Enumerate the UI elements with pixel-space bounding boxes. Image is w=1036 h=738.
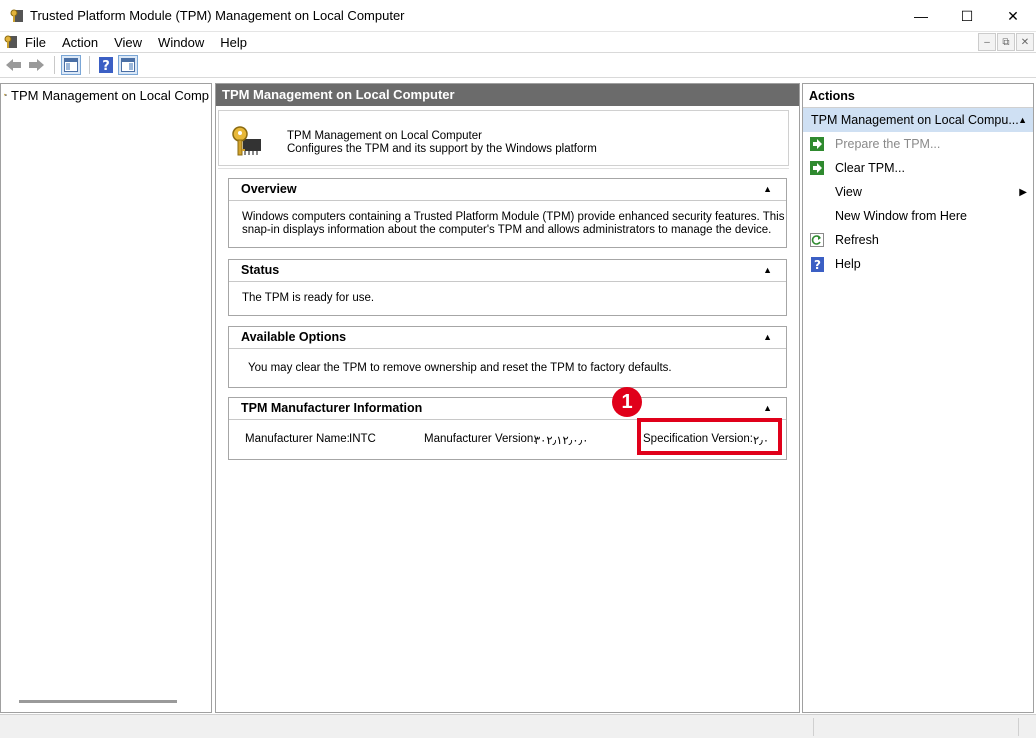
- results-pane-header: TPM Management on Local Computer: [216, 84, 799, 106]
- available-options-header[interactable]: Available Options ▲: [229, 327, 786, 349]
- manufacturer-version-value: ۳۰۲٫۱۲٫۰٫۰: [534, 435, 589, 447]
- console-tree-pane: TPM Management on Local Comp: [0, 83, 212, 713]
- forward-button[interactable]: [26, 55, 46, 75]
- status-section: Status ▲ The TPM is ready for use.: [228, 259, 787, 316]
- help-toolbar-button[interactable]: ?: [96, 55, 116, 75]
- intro-title: TPM Management on Local Computer: [287, 130, 482, 142]
- mdi-close-button[interactable]: ✕: [1016, 33, 1034, 51]
- overview-title: Overview: [241, 182, 297, 196]
- collapse-icon[interactable]: ▲: [763, 398, 772, 419]
- svg-text:?: ?: [102, 59, 110, 73]
- action-clear-tpm[interactable]: Clear TPM...: [803, 156, 1033, 180]
- action-help[interactable]: ? Help: [803, 252, 1033, 276]
- status-bar: [0, 714, 1036, 738]
- tpm-system-menu-icon[interactable]: [3, 34, 19, 50]
- window-title: Trusted Platform Module (TPM) Management…: [30, 8, 405, 23]
- manufacturer-name-value: INTC: [349, 433, 376, 445]
- collapse-icon[interactable]: ▲: [763, 327, 772, 348]
- collapse-icon[interactable]: ▲: [763, 179, 772, 200]
- window-controls: — ☐ ✕: [898, 0, 1036, 32]
- manufacturer-name-label: Manufacturer Name:: [245, 433, 350, 445]
- annotation-badge: 1: [612, 387, 642, 417]
- manufacturer-info-section: TPM Manufacturer Information ▲ Manufactu…: [228, 387, 787, 460]
- toolbar: ?: [0, 53, 1036, 78]
- action-pane-icon: [121, 58, 135, 72]
- available-options-section: Available Options ▲ You may clear the TP…: [228, 326, 787, 388]
- available-options-title: Available Options: [241, 330, 347, 344]
- action-label: New Window from Here: [835, 209, 967, 223]
- minimize-button[interactable]: —: [898, 0, 944, 32]
- action-label: View: [835, 185, 862, 199]
- status-title: Status: [241, 263, 280, 277]
- refresh-icon: [809, 232, 825, 248]
- close-button[interactable]: ✕: [990, 0, 1036, 32]
- tpm-key-chip-icon: [232, 126, 261, 156]
- actions-group-label: TPM Management on Local Compu...: [811, 113, 1019, 127]
- available-options-text: You may clear the TPM to remove ownershi…: [248, 362, 672, 374]
- manufacturer-info-title: TPM Manufacturer Information: [241, 401, 423, 415]
- overview-text-line1: Windows computers containing a Trusted P…: [242, 211, 785, 223]
- status-bar-divider: [813, 718, 814, 736]
- mdi-minimize-button[interactable]: –: [978, 33, 996, 51]
- help-icon: ?: [99, 57, 113, 73]
- console-tree-icon: [64, 58, 78, 72]
- menu-view[interactable]: View: [106, 35, 150, 50]
- back-button[interactable]: [4, 55, 24, 75]
- overview-text-line2: snap-in displays information about the c…: [242, 224, 772, 236]
- specification-version-highlight: [637, 418, 782, 455]
- tree-item-tpm-management[interactable]: TPM Management on Local Comp: [4, 86, 209, 104]
- actions-pane: Actions TPM Management on Local Compu...…: [802, 83, 1034, 713]
- title-bar: Trusted Platform Module (TPM) Management…: [0, 0, 1036, 32]
- action-label: Help: [835, 257, 861, 271]
- actions-header: Actions: [803, 84, 1033, 108]
- help-icon: ?: [809, 256, 825, 272]
- svg-text:?: ?: [814, 258, 821, 272]
- action-refresh[interactable]: Refresh: [803, 228, 1033, 252]
- mdi-restore-button[interactable]: ⧉: [997, 33, 1015, 51]
- tpm-app-icon: [10, 9, 23, 22]
- action-new-window[interactable]: New Window from Here: [803, 204, 1033, 228]
- manufacturer-version-label: Manufacturer Version:: [424, 433, 537, 445]
- actions-group-header[interactable]: TPM Management on Local Compu... ▲: [803, 108, 1033, 132]
- tpm-key-icon: [4, 93, 7, 97]
- toolbar-separator: [89, 56, 90, 74]
- overview-header[interactable]: Overview ▲: [229, 179, 786, 201]
- action-label: Refresh: [835, 233, 879, 247]
- intro-description: Configures the TPM and its support by th…: [287, 143, 597, 155]
- tree-item-label: TPM Management on Local Comp: [11, 87, 209, 103]
- results-pane-body: TPM Management on Local Computer Configu…: [216, 106, 799, 712]
- show-hide-action-pane-button[interactable]: [118, 55, 138, 75]
- status-text: The TPM is ready for use.: [242, 292, 375, 304]
- menu-window[interactable]: Window: [150, 35, 212, 50]
- status-header[interactable]: Status ▲: [229, 260, 786, 282]
- menu-help[interactable]: Help: [212, 35, 255, 50]
- snapin-intro: TPM Management on Local Computer Configu…: [218, 110, 789, 166]
- horizontal-scrollbar[interactable]: [19, 700, 177, 703]
- collapse-icon[interactable]: ▲: [1018, 108, 1027, 132]
- mdi-controls: – ⧉ ✕: [978, 33, 1034, 51]
- menu-file[interactable]: File: [19, 35, 54, 50]
- action-view[interactable]: View ▶: [803, 180, 1033, 204]
- overview-section: Overview ▲ Windows computers containing …: [228, 178, 787, 248]
- green-arrow-icon: [809, 160, 825, 176]
- intro-divider: [218, 168, 789, 169]
- status-bar-divider: [1018, 718, 1019, 736]
- back-arrow-icon: [6, 59, 21, 71]
- results-pane: TPM Management on Local Computer TPM Man…: [215, 83, 800, 713]
- menu-bar: File Action View Window Help – ⧉ ✕: [0, 32, 1036, 53]
- forward-arrow-icon: [29, 59, 44, 71]
- collapse-icon[interactable]: ▲: [763, 260, 772, 281]
- menu-action[interactable]: Action: [54, 35, 106, 50]
- toolbar-separator: [54, 56, 55, 74]
- submenu-arrow-icon: ▶: [1019, 186, 1027, 198]
- manufacturer-info-header[interactable]: TPM Manufacturer Information ▲: [229, 398, 786, 420]
- action-prepare-tpm[interactable]: Prepare the TPM...: [803, 132, 1033, 156]
- green-arrow-icon: [809, 136, 825, 152]
- action-label: Clear TPM...: [835, 161, 905, 175]
- show-hide-console-tree-button[interactable]: [61, 55, 81, 75]
- maximize-button[interactable]: ☐: [944, 0, 990, 32]
- action-label: Prepare the TPM...: [835, 137, 941, 151]
